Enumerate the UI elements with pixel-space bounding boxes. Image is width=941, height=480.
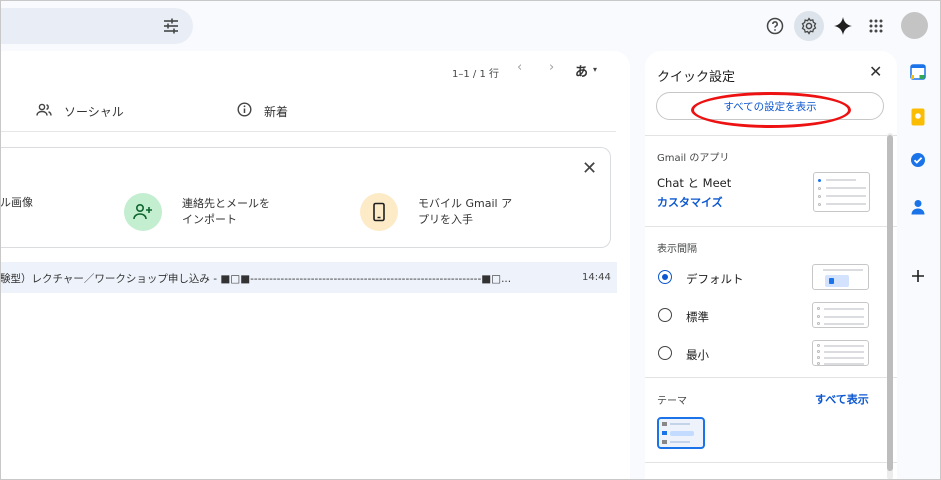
section-divider: [645, 135, 897, 136]
density-default-radio[interactable]: [658, 270, 672, 284]
tasks-icon[interactable]: [908, 150, 928, 170]
contacts-icon[interactable]: [908, 197, 928, 217]
customize-link[interactable]: カスタマイズ: [657, 194, 723, 210]
settings-icon[interactable]: [794, 11, 824, 41]
mail-list-panel: 1–1 / 1 行 ‹ › あ ▾ ソーシャル 新着 ✕ ル画像 連絡先とメール…: [0, 51, 630, 480]
apps-section-label: Gmail のアプリ: [657, 153, 730, 164]
people-icon: [36, 103, 52, 120]
theme-section-label: テーマ: [657, 396, 687, 407]
add-contact-icon[interactable]: [124, 193, 162, 231]
avatar[interactable]: [901, 12, 928, 39]
onboarding-card: ✕ ル画像 連絡先とメールを インポート モバイル Gmail ア プリを入手: [0, 147, 611, 248]
tab-label: 新着: [264, 104, 289, 119]
gemini-icon[interactable]: [828, 11, 858, 41]
pager-range: 1–1 / 1 行: [452, 69, 499, 80]
tab-updates[interactable]: 新着: [237, 101, 288, 121]
density-comfortable-label[interactable]: 標準: [686, 309, 709, 325]
keep-icon[interactable]: [908, 107, 928, 127]
tabs-divider: [0, 131, 616, 132]
scrollbar-thumb[interactable]: [887, 135, 893, 471]
mobile-app-line2[interactable]: プリを入手: [418, 212, 473, 228]
quick-settings-panel: クイック設定 ✕ すべての設定を表示 Gmail のアプリ Chat と Mee…: [645, 51, 897, 480]
annotation-highlight: [691, 92, 851, 128]
import-line2[interactable]: インポート: [182, 212, 237, 228]
onboarding-item-image[interactable]: ル画像: [0, 195, 33, 211]
section-divider: [645, 226, 897, 227]
tab-social[interactable]: ソーシャル: [36, 101, 124, 121]
density-compact-radio[interactable]: [658, 346, 672, 360]
density-compact-label[interactable]: 最小: [686, 347, 709, 363]
close-icon[interactable]: ✕: [582, 158, 597, 179]
search-options-icon[interactable]: [161, 16, 181, 36]
quick-settings-title: クイック設定: [657, 70, 736, 85]
chat-meet-label: Chat と Meet: [657, 176, 732, 190]
density-comfortable-thumbnail: [812, 302, 869, 328]
email-time: 14:44: [582, 272, 611, 283]
chevron-down-icon[interactable]: ▾: [593, 65, 597, 74]
density-default-label[interactable]: デフォルト: [686, 271, 744, 287]
email-row[interactable]: 験型）レクチャー／ワークショップ申し込み - ■□■--------------…: [0, 262, 617, 293]
density-section-label: 表示間隔: [657, 244, 697, 255]
add-icon[interactable]: [908, 266, 928, 286]
density-comfortable-radio[interactable]: [658, 308, 672, 322]
prev-page-button[interactable]: ‹: [517, 60, 522, 75]
density-default-thumbnail: [812, 264, 869, 290]
section-divider: [645, 462, 897, 463]
import-line1[interactable]: 連絡先とメールを: [182, 196, 270, 212]
info-icon: [237, 102, 252, 120]
theme-thumbnail[interactable]: [657, 417, 705, 449]
email-subject: 験型）レクチャー／ワークショップ申し込み - ■□■--------------…: [0, 273, 512, 285]
section-divider: [645, 377, 897, 378]
next-page-button[interactable]: ›: [549, 60, 554, 75]
tab-label: ソーシャル: [64, 104, 124, 119]
help-icon[interactable]: [760, 11, 790, 41]
calendar-icon[interactable]: [908, 62, 928, 82]
theme-show-all-link[interactable]: すべて表示: [815, 391, 869, 407]
mobile-app-line1[interactable]: モバイル Gmail ア: [418, 196, 512, 212]
density-compact-thumbnail: [812, 340, 869, 366]
chat-layout-thumbnail: [813, 172, 870, 212]
close-icon[interactable]: ✕: [869, 62, 882, 81]
input-tools-toggle[interactable]: あ: [575, 61, 588, 80]
apps-grid-icon[interactable]: [861, 11, 891, 41]
mobile-phone-icon[interactable]: [360, 193, 398, 231]
